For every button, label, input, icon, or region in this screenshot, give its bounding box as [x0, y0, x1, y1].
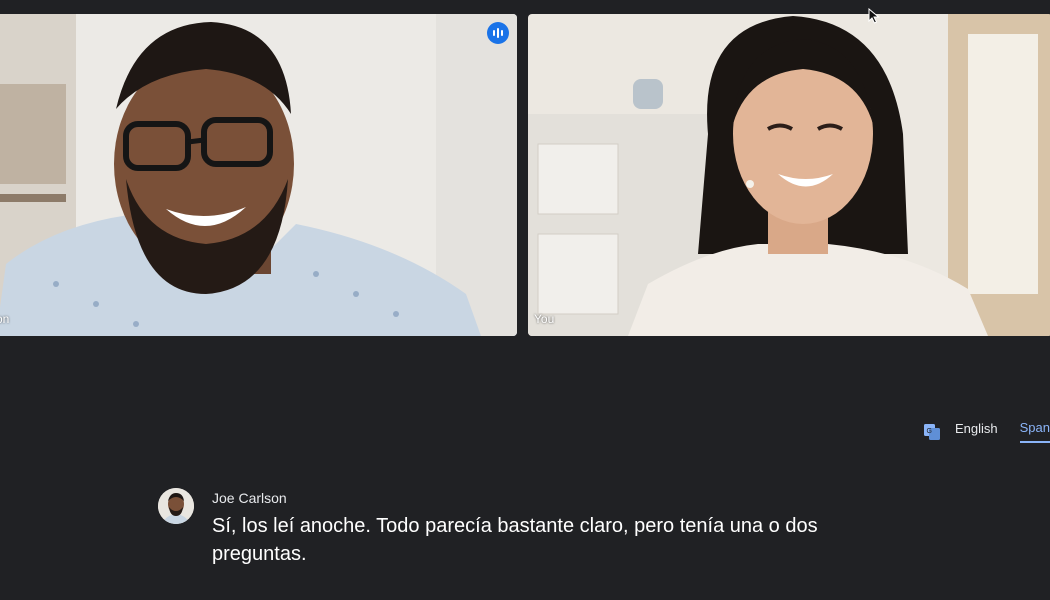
caption-language-selector: G English Span: [923, 420, 1050, 443]
participant-name-label: son: [0, 312, 10, 326]
caption-speaker-name: Joe Carlson: [212, 490, 287, 506]
language-option-spanish[interactable]: Span: [1019, 420, 1050, 443]
participant-video-you: [528, 14, 1050, 336]
mouse-pointer-icon: [868, 8, 880, 24]
caption-text: Sí, los leí anoche. Todo parecía bastant…: [212, 515, 818, 565]
live-caption: Joe Carlson Sí, los leí anoche. Todo par…: [158, 488, 898, 568]
avatar: [158, 488, 194, 524]
translate-icon: G: [923, 423, 940, 440]
language-option-english[interactable]: English: [955, 421, 998, 442]
svg-text:G: G: [926, 428, 931, 435]
participant-tile-joe[interactable]: son: [0, 14, 517, 336]
audio-waveform-icon: [487, 22, 509, 44]
participant-name-label: You: [534, 312, 555, 326]
participant-tile-you[interactable]: You: [528, 14, 1050, 336]
participant-video-joe: [0, 14, 517, 336]
